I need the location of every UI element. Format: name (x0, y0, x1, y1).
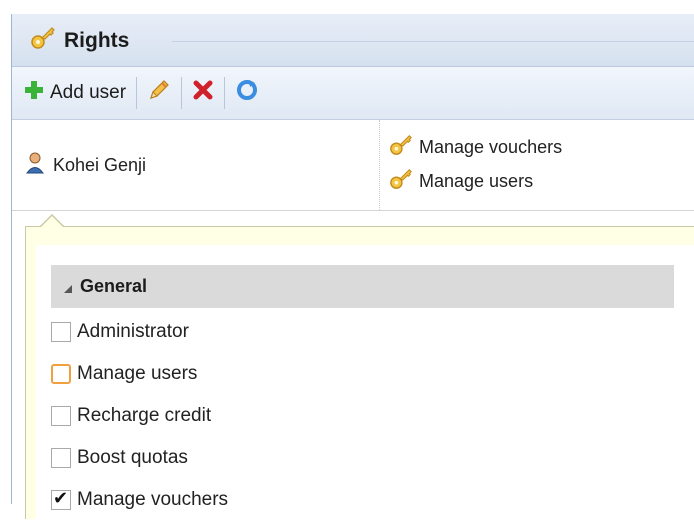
checkbox[interactable]: ✔ (51, 488, 71, 510)
toolbar-separator (181, 77, 183, 109)
checkbox-row-manage-vouchers[interactable]: ✔ Manage vouchers (51, 479, 228, 521)
collapse-triangle-icon[interactable] (64, 284, 72, 293)
header-divider (172, 41, 694, 42)
checkbox-row-administrator[interactable]: Administrator (51, 311, 228, 353)
key-icon (30, 25, 56, 57)
checkbox[interactable] (51, 448, 71, 468)
checkmark-icon: ✔ (53, 488, 69, 509)
toolbar-separator (136, 77, 138, 109)
popup-pointer-fill (40, 216, 64, 228)
checkbox[interactable] (51, 364, 71, 384)
group-label: General (80, 276, 148, 296)
delete-icon (192, 79, 214, 107)
refresh-button[interactable] (229, 73, 265, 113)
checkbox-row-manage-users[interactable]: Manage users (51, 353, 228, 395)
rights-cell[interactable]: Manage vouchers Manage users (381, 120, 694, 210)
rights-edit-popup: General Administrator Manage users Recha… (25, 214, 694, 521)
key-icon (389, 133, 413, 162)
rights-header: Rights (12, 14, 694, 67)
add-user-label: Add user (50, 82, 127, 103)
user-icon (25, 152, 45, 179)
pencil-icon (147, 78, 171, 108)
refresh-icon (235, 78, 259, 108)
rights-checkbox-list: Administrator Manage users Recharge cred… (51, 311, 228, 521)
checkbox[interactable] (51, 322, 71, 342)
toolbar: Add user (12, 67, 694, 120)
add-user-button[interactable]: Add user (18, 73, 132, 113)
key-icon (389, 167, 413, 196)
edit-button[interactable] (141, 73, 177, 113)
checkbox-row-recharge-credit[interactable]: Recharge credit (51, 395, 228, 437)
delete-button[interactable] (186, 73, 220, 113)
checkbox-row-boost-quotas[interactable]: Boost quotas (51, 437, 228, 479)
right-label: Manage vouchers (419, 136, 563, 157)
right-label: Manage users (419, 170, 534, 191)
user-name: Kohei Genji (53, 154, 147, 175)
checkbox-label: Manage vouchers (77, 489, 229, 510)
rights-window: Rights Add user Kohei Genji Manage vouch… (11, 14, 694, 519)
left-margin (0, 0, 11, 504)
right-item: Manage vouchers (381, 130, 694, 164)
page-title: Rights (64, 29, 130, 52)
checkbox[interactable] (51, 406, 71, 426)
right-item: Manage users (381, 164, 694, 198)
checkbox-label: Manage users (77, 363, 198, 384)
toolbar-separator (224, 77, 226, 109)
checkbox-label: Recharge credit (77, 405, 212, 426)
checkbox-label: Administrator (77, 321, 189, 342)
plus-icon (24, 80, 44, 106)
group-header-general[interactable]: General (51, 265, 674, 308)
table-row[interactable]: Kohei Genji Manage vouchers Manage users (12, 120, 694, 211)
header-title-group: Rights (30, 24, 129, 58)
checkbox-label: Boost quotas (77, 447, 188, 468)
user-cell[interactable]: Kohei Genji (12, 120, 380, 210)
